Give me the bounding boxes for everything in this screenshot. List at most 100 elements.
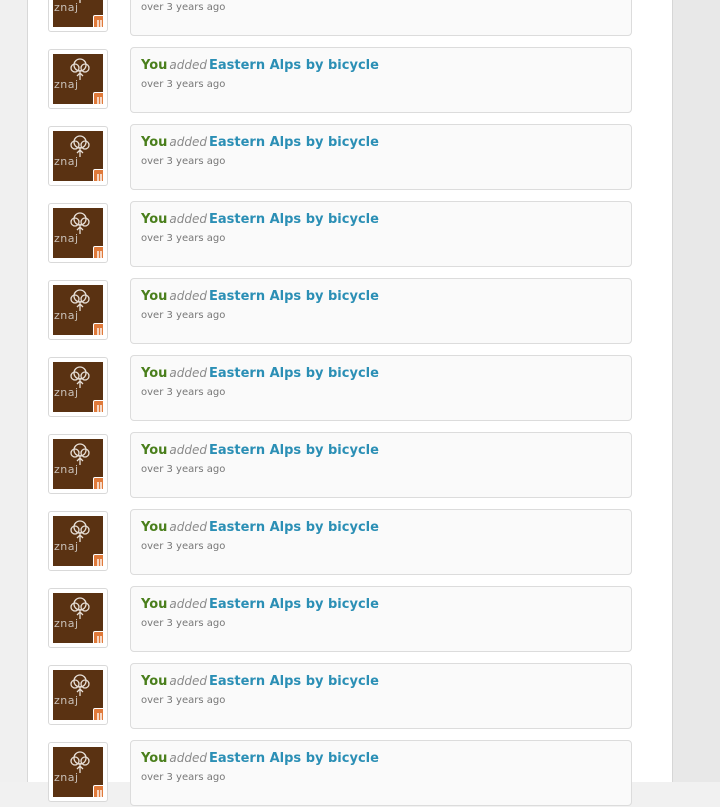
activity-verb: added bbox=[169, 443, 207, 457]
feed-item: znaj YouaddedEastern Alps by bicycle ove… bbox=[28, 47, 672, 114]
activity-text: You added Eastern Alps by bicycle bbox=[141, 289, 379, 304]
target-link[interactable]: Eastern Alps by bicycle bbox=[209, 289, 379, 304]
activity-timestamp: over 3 years ago bbox=[141, 2, 226, 13]
avatar[interactable]: znaj bbox=[53, 131, 103, 181]
actor-link[interactable]: You bbox=[141, 520, 167, 535]
avatar-logo-text: znaj bbox=[54, 694, 79, 707]
avatar-frame[interactable]: znaj bbox=[48, 665, 108, 725]
feed-item: znaj YouaddedEastern Alps by bicycle ove… bbox=[28, 586, 672, 653]
avatar[interactable]: znaj bbox=[53, 670, 103, 720]
activity-card: YouaddedEastern Alps by bicycle over 3 y… bbox=[130, 355, 632, 421]
activity-timestamp: over 3 years ago bbox=[141, 387, 226, 398]
target-link[interactable]: Eastern Alps by bicycle bbox=[209, 751, 379, 766]
avatar-frame[interactable]: znaj bbox=[48, 126, 108, 186]
feed-item: znaj YouaddedEastern Alps by bicycle ove… bbox=[28, 740, 672, 807]
target-link[interactable]: Eastern Alps by bicycle bbox=[209, 520, 379, 535]
avatar-frame[interactable]: znaj bbox=[48, 203, 108, 263]
actor-link[interactable]: You bbox=[141, 289, 167, 304]
activity-badge-icon bbox=[93, 631, 103, 643]
actor-link[interactable]: You bbox=[141, 751, 167, 766]
target-link[interactable]: Eastern Alps by bicycle bbox=[209, 443, 379, 458]
feed-item: znaj YouaddedEastern Alps by bicycle ove… bbox=[28, 201, 672, 268]
actor-link[interactable]: You bbox=[141, 58, 167, 73]
activity-text: You added Eastern Alps by bicycle bbox=[141, 135, 379, 150]
avatar-frame[interactable]: znaj bbox=[48, 434, 108, 494]
actor-link[interactable]: You bbox=[141, 366, 167, 381]
avatar[interactable]: znaj bbox=[53, 208, 103, 258]
activity-card: YouaddedEastern Alps by bicycle over 3 y… bbox=[130, 586, 632, 652]
activity-card: YouaddedEastern Alps by bicycle over 3 y… bbox=[130, 47, 632, 113]
avatar-logo-text: znaj bbox=[54, 78, 79, 91]
avatar[interactable]: znaj bbox=[53, 516, 103, 566]
activity-card: YouaddedEastern Alps by bicycle over 3 y… bbox=[130, 663, 632, 729]
avatar-frame[interactable]: znaj bbox=[48, 511, 108, 571]
avatar[interactable]: znaj bbox=[53, 362, 103, 412]
activity-card: YouaddedEastern Alps by bicycle over 3 y… bbox=[130, 740, 632, 806]
activity-timestamp: over 3 years ago bbox=[141, 695, 226, 706]
feed-item: znaj YouaddedEastern Alps by bicycle ove… bbox=[28, 278, 672, 345]
activity-card: YouaddedEastern Alps by bicycle over 3 y… bbox=[130, 509, 632, 575]
avatar-frame[interactable]: znaj bbox=[48, 588, 108, 648]
activity-verb: added bbox=[169, 520, 207, 534]
activity-timestamp: over 3 years ago bbox=[141, 233, 226, 244]
activity-timestamp: over 3 years ago bbox=[141, 618, 226, 629]
activity-badge-icon bbox=[93, 400, 103, 412]
activity-timestamp: over 3 years ago bbox=[141, 156, 226, 167]
target-link[interactable]: Eastern Alps by bicycle bbox=[209, 366, 379, 381]
activity-verb: added bbox=[169, 289, 207, 303]
actor-link[interactable]: You bbox=[141, 674, 167, 689]
activity-verb: added bbox=[169, 366, 207, 380]
avatar[interactable]: znaj bbox=[53, 285, 103, 335]
activity-timestamp: over 3 years ago bbox=[141, 79, 226, 90]
avatar[interactable]: znaj bbox=[53, 439, 103, 489]
target-link[interactable]: Eastern Alps by bicycle bbox=[209, 212, 379, 227]
target-link[interactable]: Eastern Alps by bicycle bbox=[209, 674, 379, 689]
activity-verb: added bbox=[169, 58, 207, 72]
avatar-logo-text: znaj bbox=[54, 386, 79, 399]
target-link[interactable]: Eastern Alps by bicycle bbox=[209, 597, 379, 612]
activity-card: YouaddedEastern Alps by bicycle over 3 y… bbox=[130, 201, 632, 267]
activity-text: You added Eastern Alps by bicycle bbox=[141, 443, 379, 458]
avatar[interactable]: znaj bbox=[53, 0, 103, 27]
activity-badge-icon bbox=[93, 15, 103, 27]
right-gutter bbox=[672, 0, 720, 782]
target-link[interactable]: Eastern Alps by bicycle bbox=[209, 58, 379, 73]
avatar-frame[interactable]: znaj bbox=[48, 280, 108, 340]
left-gutter bbox=[0, 0, 28, 782]
feed-item: znaj YouaddedEastern Alps by bicycle ove… bbox=[28, 0, 672, 37]
activity-text: You added Eastern Alps by bicycle bbox=[141, 366, 379, 381]
avatar-frame[interactable]: znaj bbox=[48, 0, 108, 32]
activity-badge-icon bbox=[93, 92, 103, 104]
actor-link[interactable]: You bbox=[141, 597, 167, 612]
actor-link[interactable]: You bbox=[141, 443, 167, 458]
activity-badge-icon bbox=[93, 785, 103, 797]
activity-verb: added bbox=[169, 135, 207, 149]
activity-card: YouaddedEastern Alps by bicycle over 3 y… bbox=[130, 0, 632, 36]
avatar[interactable]: znaj bbox=[53, 593, 103, 643]
avatar[interactable]: znaj bbox=[53, 54, 103, 104]
avatar-frame[interactable]: znaj bbox=[48, 357, 108, 417]
feed-item: znaj YouaddedEastern Alps by bicycle ove… bbox=[28, 509, 672, 576]
activity-text: You added Eastern Alps by bicycle bbox=[141, 520, 379, 535]
actor-link[interactable]: You bbox=[141, 212, 167, 227]
actor-link[interactable]: You bbox=[141, 135, 167, 150]
activity-badge-icon bbox=[93, 477, 103, 489]
avatar[interactable]: znaj bbox=[53, 747, 103, 797]
target-link[interactable]: Eastern Alps by bicycle bbox=[209, 135, 379, 150]
avatar-logo-text: znaj bbox=[54, 463, 79, 476]
avatar-logo-text: znaj bbox=[54, 155, 79, 168]
activity-badge-icon bbox=[93, 708, 103, 720]
activity-verb: added bbox=[169, 597, 207, 611]
feed-item: znaj YouaddedEastern Alps by bicycle ove… bbox=[28, 124, 672, 191]
activity-text: You added Eastern Alps by bicycle bbox=[141, 597, 379, 612]
activity-panel: znaj YouaddedEastern Alps by bicycle ove… bbox=[28, 0, 672, 806]
activity-text: You added Eastern Alps by bicycle bbox=[141, 674, 379, 689]
activity-card: YouaddedEastern Alps by bicycle over 3 y… bbox=[130, 124, 632, 190]
avatar-logo-text: znaj bbox=[54, 617, 79, 630]
activity-timestamp: over 3 years ago bbox=[141, 464, 226, 475]
avatar-frame[interactable]: znaj bbox=[48, 742, 108, 802]
activity-text: You added Eastern Alps by bicycle bbox=[141, 751, 379, 766]
avatar-frame[interactable]: znaj bbox=[48, 49, 108, 109]
avatar-logo-text: znaj bbox=[54, 232, 79, 245]
activity-timestamp: over 3 years ago bbox=[141, 772, 226, 783]
